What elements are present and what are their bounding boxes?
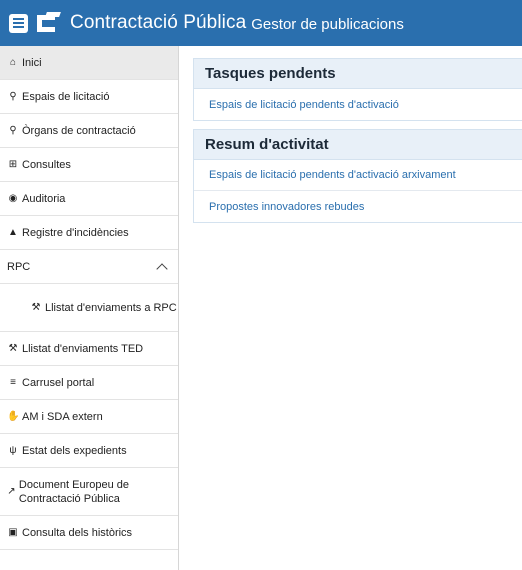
sidebar-item-llistat-rpc[interactable]: ⚒ Llistat d'enviaments a RPC [0, 284, 178, 332]
sidebar-item-estat-expedients[interactable]: ψ Estat dels expedients [0, 434, 178, 468]
search-icon: ⚲ [9, 125, 17, 136]
gavel-icon: ⚒ [31, 302, 41, 313]
chevron-up-icon[interactable] [156, 262, 168, 275]
table-icon: ⊞ [8, 159, 18, 170]
archive-icon: ▣ [8, 527, 18, 538]
sidebar-item-label: Registre d'incidències [22, 226, 129, 239]
pending-tasks-panel: Tasques pendents Espais de licitació pen… [193, 58, 522, 121]
sidebar-item-inici[interactable]: ⌂ Inici [0, 46, 178, 80]
sidebar-item-organs-contractacio[interactable]: ⚲ Òrgans de contractació [0, 114, 178, 148]
pending-task-link[interactable]: Espais de licitació pendents d'activació [194, 89, 522, 120]
search-icon: ⚲ [9, 91, 17, 102]
sidebar-item-label: Consulta dels històrics [22, 526, 133, 539]
contractacio-logo-icon [37, 12, 61, 34]
sidebar-item-consultes[interactable]: ⊞ Consultes [0, 148, 178, 182]
status-icon: ψ [9, 445, 17, 456]
home-icon: ⌂ [9, 57, 17, 68]
activity-link[interactable]: Espais de licitació pendents d'activació… [194, 160, 522, 191]
main-content: Tasques pendents Espais de licitació pen… [193, 58, 522, 223]
sidebar-item-espais-licitacio[interactable]: ⚲ Espais de licitació [0, 80, 178, 114]
sidebar-item-llistat-ted[interactable]: ⚒ Llistat d'enviaments TED [0, 332, 178, 366]
sidebar-item-carrusel-portal[interactable]: ≡ Carrusel portal [0, 366, 178, 400]
sidebar-item-label: RPC [7, 260, 31, 273]
list-icon: ≡ [10, 377, 16, 388]
sidebar: ⌂ Inici ⚲ Espais de licitació ⚲ Òrgans d… [0, 46, 179, 570]
sidebar-item-label: Carrusel portal [22, 376, 95, 389]
sidebar-item-label: Òrgans de contractació [22, 124, 136, 137]
hamburger-menu-icon[interactable] [9, 13, 28, 33]
panel-title: Resum d'activitat [194, 130, 522, 160]
activity-summary-panel: Resum d'activitat Espais de licitació pe… [193, 129, 522, 223]
sidebar-item-label: Llistat d'enviaments TED [22, 342, 144, 355]
sidebar-item-label: Document Europeu de Contractació Pública [18, 478, 129, 505]
sidebar-item-label: Auditoria [22, 192, 66, 205]
sidebar-item-auditoria[interactable]: ◉ Auditoria [0, 182, 178, 216]
app-subtitle: Gestor de publicacions [251, 15, 404, 33]
warning-icon: ▲ [8, 227, 18, 238]
sidebar-item-label: Espais de licitació [22, 90, 110, 103]
sidebar-item-label: AM i SDA extern [22, 410, 103, 423]
gavel-icon: ⚒ [8, 343, 18, 354]
top-bar: Contractació Pública Gestor de publicaci… [0, 0, 522, 46]
sidebar-item-registre-incidencies[interactable]: ▲ Registre d'incidències [0, 216, 178, 250]
handshake-icon: ✋ [7, 411, 20, 422]
external-link-icon: ↗ [7, 486, 16, 497]
app-title: Contractació Pública [70, 12, 247, 33]
eye-icon: ◉ [8, 193, 18, 204]
sidebar-item-label: Inici [22, 56, 42, 69]
sidebar-item-document-europeu[interactable]: ↗ Document Europeu de Contractació Públi… [0, 468, 178, 516]
sidebar-item-label: Llistat d'enviaments a RPC [45, 301, 177, 314]
panel-title: Tasques pendents [194, 59, 522, 89]
sidebar-item-consulta-historics[interactable]: ▣ Consulta dels històrics [0, 516, 178, 550]
sidebar-item-rpc[interactable]: RPC [0, 250, 178, 284]
sidebar-item-label: Estat dels expedients [22, 444, 127, 457]
activity-link[interactable]: Propostes innovadores rebudes [194, 191, 522, 222]
sidebar-item-am-sda-extern[interactable]: ✋ AM i SDA extern [0, 400, 178, 434]
sidebar-item-label: Consultes [22, 158, 71, 171]
